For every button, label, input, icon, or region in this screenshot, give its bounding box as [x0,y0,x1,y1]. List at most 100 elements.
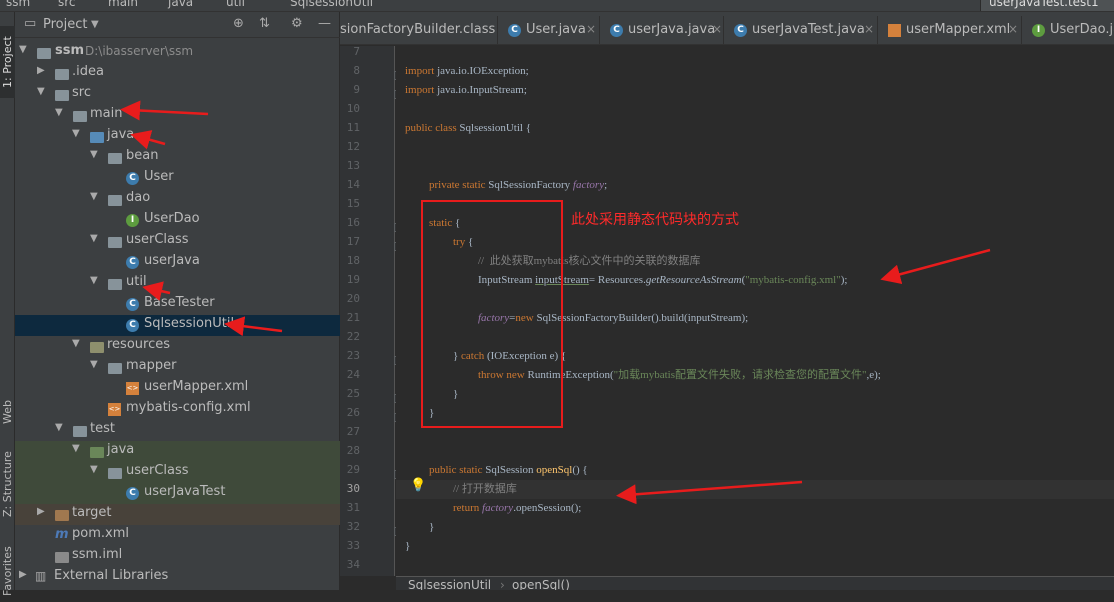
code-token: .openSession(); [513,502,582,514]
tree-label: pom.xml [72,526,129,541]
xml-file-icon [888,24,901,37]
class-icon: C [126,172,139,185]
code-line-9: import java.io.InputStream; [405,81,1114,100]
code-line-21: factory=new SqlSessionFactoryBuilder().b… [478,309,1114,328]
tree-label: main [90,106,123,121]
target-icon[interactable]: ⊕ [233,16,244,31]
expand-arrow-icon[interactable]: ▼ [90,233,98,244]
project-panel-title[interactable]: Project [43,17,87,32]
expand-arrow-icon[interactable]: ▼ [55,107,63,118]
tree-item-userjava[interactable]: CuserJava [15,252,340,273]
breadcrumb-label: java [168,0,194,9]
breadcrumb-label: src [58,0,76,9]
breadcrumb-util[interactable]: util [226,0,245,9]
expand-arrow-icon[interactable]: ▼ [90,359,98,370]
tree-item-userdao[interactable]: I UserDao [15,210,340,231]
tree-item-mapper[interactable]: ▼ mapper [15,357,340,378]
tree-item-external-libraries[interactable]: ▶ ▥ External Libraries [15,567,340,588]
tree-item-bean[interactable]: ▼ bean [15,147,340,168]
tree-item-basetester[interactable]: C BaseTester [15,294,340,315]
tool-tab-structure[interactable]: Z: Structure [0,444,15,524]
tree-item-java[interactable]: ▼ java [15,126,340,147]
tree-item-main[interactable]: ▼ main [15,105,340,126]
expand-arrow-icon[interactable]: ▼ [37,86,45,97]
editor-tab-usermapper[interactable]: userMapper.xml × [880,16,1022,44]
code-token: ,e); [866,369,881,381]
expand-arrow-icon[interactable]: ▶ [19,569,27,580]
tool-tab-favorites[interactable]: Favorites [0,540,15,602]
tree-item-ssm-iml[interactable]: ssm.iml [15,546,340,567]
lightbulb-icon[interactable]: 💡 [410,478,426,493]
breadcrumb-file[interactable]: SqlsessionUtil [290,0,373,9]
class-icon: C [734,24,747,37]
editor-tab-userjava[interactable]: CuserJava.java × [602,16,724,44]
code-token: static [459,464,483,476]
expand-arrow-icon[interactable]: ▶ [37,506,45,517]
hide-icon[interactable]: — [318,16,331,31]
status-class-crumb[interactable]: SqlsessionUtil [408,578,491,590]
tree-label: userClass [126,463,189,478]
tree-item-usermapper-xml[interactable]: <> userMapper.xml [15,378,340,399]
expand-arrow-icon[interactable]: ▼ [72,128,80,139]
close-icon[interactable]: × [712,22,722,36]
tree-label: dao [126,190,151,205]
tree-item-idea[interactable]: ▶ .idea [15,63,340,84]
tree-item-resources[interactable]: ▼ resources [15,336,340,357]
expand-arrow-icon[interactable]: ▼ [19,44,27,55]
tree-item-src[interactable]: ▼ src [15,84,340,105]
status-method-crumb[interactable]: openSql() [512,578,570,590]
run-configuration-selector[interactable]: userJavaTest.test1 [980,0,1114,11]
close-icon[interactable]: × [864,22,874,36]
tab-label: userMapper.xml [906,22,1011,37]
editor-tab-userdao[interactable]: I UserDao.ja [1024,16,1114,44]
tree-item-user[interactable]: C User [15,168,340,189]
editor-tab-userjavatest[interactable]: CuserJavaTest.java × [726,16,878,44]
chevron-down-icon[interactable]: ▼ [91,19,99,30]
folder-icon [73,111,87,122]
breadcrumb-ssm[interactable]: ssm [6,0,30,9]
breadcrumb-src[interactable]: src [58,0,76,9]
tab-label: sionFactoryBuilder.class [340,22,496,37]
tree-label: .idea [72,64,104,79]
line-number: 20 [346,292,360,305]
tree-item-test-userclass[interactable]: ▼ userClass [15,462,340,483]
expand-arrow-icon[interactable]: ▼ [90,149,98,160]
tree-item-pom-xml[interactable]: m pom.xml [15,525,340,546]
tree-item-ssm[interactable]: ▼ ssm D:\ibasserver\ssm [15,42,340,63]
tree-item-test-java[interactable]: ▼ java [15,441,340,462]
expand-arrow-icon[interactable]: ▼ [90,464,98,475]
tree-item-userclass[interactable]: ▼ userClass [15,231,340,252]
breadcrumb-main[interactable]: main [108,0,138,9]
tree-item-sqlsessionutil[interactable]: C SqlsessionUtil [15,315,340,336]
tree-item-dao[interactable]: ▼ dao [15,189,340,210]
tree-label: test [90,421,115,436]
expand-arrow-icon[interactable]: ▼ [72,443,80,454]
expand-arrow-icon[interactable]: ▼ [72,338,80,349]
line-number: 9 [353,83,360,96]
breadcrumb-java[interactable]: java [168,0,193,9]
tree-label: userMapper.xml [144,379,249,394]
tree-item-util[interactable]: ▼ util [15,273,340,294]
tool-tab-label: 1: Project [1,36,14,88]
expand-arrow-icon[interactable]: ▼ [90,275,98,286]
tree-item-target[interactable]: ▶ target [15,504,340,525]
close-icon[interactable]: × [586,22,596,36]
tree-item-test[interactable]: ▼ test [15,420,340,441]
test-folder-icon [90,447,104,458]
code-token: factory [482,502,514,514]
close-icon[interactable]: × [1008,22,1018,36]
collapse-icon[interactable]: ⇅ [259,16,270,31]
breadcrumb-label: ssm [6,0,31,9]
tree-item-userjavatest[interactable]: CuserJavaTest [15,483,340,504]
tool-tab-web[interactable]: Web [0,384,15,440]
expand-arrow-icon[interactable]: ▼ [90,191,98,202]
gear-icon[interactable]: ⚙ [291,16,303,31]
tool-tab-label: Z: Structure [1,451,14,517]
tree-item-mybatis-config[interactable]: <> mybatis-config.xml [15,399,340,420]
editor-tab-factory-builder[interactable]: sionFactoryBuilder.class [340,16,498,44]
expand-arrow-icon[interactable]: ▶ [37,65,45,76]
tree-label: UserDao [144,211,200,226]
expand-arrow-icon[interactable]: ▼ [55,422,63,433]
tool-tab-project[interactable]: 1: Project [0,26,15,98]
editor-tab-user[interactable]: C User.java × [500,16,600,44]
